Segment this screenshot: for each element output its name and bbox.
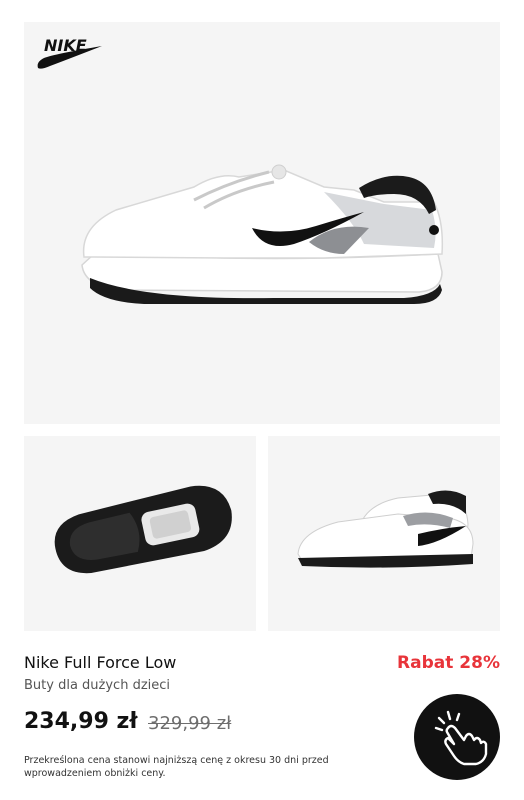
current-price: 234,99 zł	[24, 709, 138, 734]
sneaker-sole-image	[54, 485, 232, 574]
old-price: 329,99 zł	[148, 713, 232, 734]
sneaker-pair-image	[297, 490, 474, 568]
pair-image[interactable]	[268, 436, 500, 631]
nike-swoosh-icon: NIKE	[37, 36, 102, 69]
main-product-image[interactable]	[24, 22, 500, 424]
tap-hand-icon	[434, 710, 488, 766]
sole-image[interactable]	[24, 436, 256, 631]
price-disclaimer: Przekreślona cena stanowi najniższą cenę…	[24, 755, 329, 779]
nike-logo[interactable]: NIKE	[36, 32, 104, 72]
sneaker-side-image	[81, 164, 444, 304]
tap-button[interactable]	[414, 694, 500, 780]
discount-badge: Rabat 28%	[397, 653, 500, 673]
product-category: Buty dla dużych dzieci	[24, 678, 171, 693]
product-name: Nike Full Force Low	[24, 653, 177, 672]
